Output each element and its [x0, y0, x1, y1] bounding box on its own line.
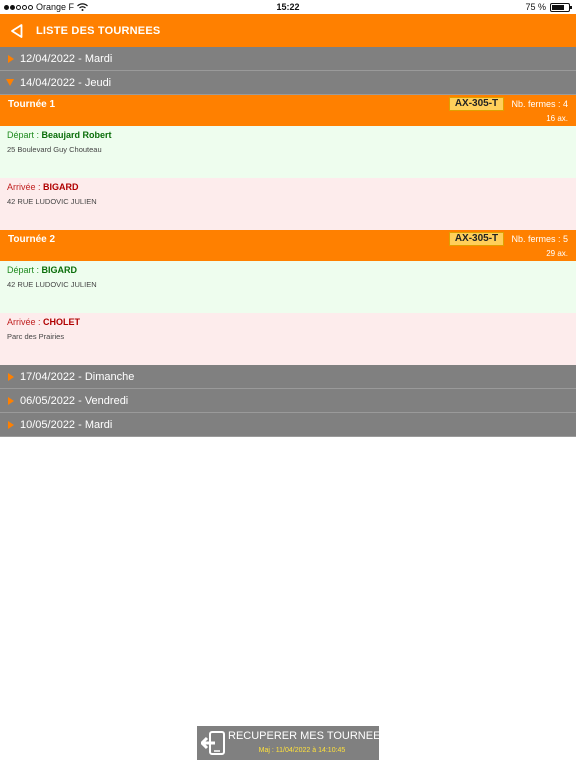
page-title: LISTE DES TOURNEES — [36, 24, 161, 37]
depart-address: 25 Boulevard Guy Chouteau — [7, 145, 102, 154]
tournee-name: Tournée 2 — [8, 234, 56, 245]
arrivee-name: BIGARD — [43, 182, 79, 192]
back-arrow-icon — [11, 23, 23, 38]
tournee-header-2[interactable]: Tournée 2 AX-305-T Nb. fermes : 5 29 ax. — [0, 230, 576, 261]
tournee-header-1[interactable]: Tournée 1 AX-305-T Nb. fermes : 4 16 ax. — [0, 95, 576, 126]
arrivee-label: Arrivée : — [7, 317, 44, 327]
tournees-list: 12/04/2022 - Mardi 14/04/2022 - Jeudi To… — [0, 47, 576, 437]
date-row-10-05[interactable]: 10/05/2022 - Mardi — [0, 413, 576, 437]
last-update-text: Maj : 11/04/2022 à 14:10:45 — [258, 747, 346, 754]
depart-block-2[interactable]: Départ : BIGARD 42 RUE LUDOVIC JULIEN — [0, 261, 576, 313]
arrivee-block-2[interactable]: Arrivée : CHOLET Parc des Prairies — [0, 313, 576, 365]
date-row-12-04[interactable]: 12/04/2022 - Mardi — [0, 47, 576, 71]
collapsed-arrow-icon — [0, 54, 20, 63]
arrivee-address: 42 RUE LUDOVIC JULIEN — [7, 197, 97, 206]
clock: 15:22 — [276, 2, 300, 12]
status-bar: Orange F 15:22 75 % — [0, 0, 576, 14]
date-row-06-05[interactable]: 06/05/2022 - Vendredi — [0, 389, 576, 413]
date-label: 10/05/2022 - Mardi — [20, 418, 113, 431]
arrivee-address: Parc des Prairies — [7, 332, 65, 341]
recuperer-tournees-button[interactable]: RECUPERER MES TOURNEES Maj : 11/04/2022 … — [197, 726, 388, 760]
depart-label: Départ : — [7, 130, 42, 140]
tournee-name: Tournée 1 — [8, 99, 56, 110]
battery-icon — [550, 2, 572, 12]
collapsed-arrow-icon — [0, 420, 20, 429]
date-label: 06/05/2022 - Vendredi — [20, 394, 129, 407]
expanded-arrow-icon — [0, 79, 20, 86]
ax-count: 16 ax. — [546, 114, 568, 123]
fermes-count: Nb. fermes : 4 — [511, 99, 568, 109]
app-header: LISTE DES TOURNEES — [0, 14, 576, 47]
back-button[interactable] — [0, 14, 34, 47]
depart-name: Beaujard Robert — [41, 130, 112, 140]
recuperer-label: RECUPERER MES TOURNEES — [228, 730, 388, 742]
date-row-17-04[interactable]: 17/04/2022 - Dimanche — [0, 365, 576, 389]
license-plate: AX-305-T — [449, 97, 504, 111]
arrivee-name: CHOLET — [43, 317, 81, 327]
depart-label: Départ : — [7, 265, 42, 275]
battery-info: 75 % — [525, 2, 572, 12]
license-plate: AX-305-T — [449, 232, 504, 246]
depart-address: 42 RUE LUDOVIC JULIEN — [7, 280, 97, 289]
collapsed-arrow-icon — [0, 396, 20, 405]
arrivee-block-1[interactable]: Arrivée : BIGARD 42 RUE LUDOVIC JULIEN — [0, 178, 576, 230]
depart-name: BIGARD — [41, 265, 78, 275]
depart-block-1[interactable]: Départ : Beaujard Robert 25 Boulevard Gu… — [0, 126, 576, 178]
date-row-14-04[interactable]: 14/04/2022 - Jeudi — [0, 71, 576, 95]
fermes-count: Nb. fermes : 5 — [511, 234, 568, 244]
date-label: 17/04/2022 - Dimanche — [20, 370, 135, 383]
ax-count: 29 ax. — [546, 249, 568, 258]
battery-percentage: 75 % — [525, 2, 546, 12]
battery-level — [552, 4, 564, 10]
date-label: 14/04/2022 - Jeudi — [20, 76, 112, 89]
collapsed-arrow-icon — [0, 372, 20, 381]
arrivee-label: Arrivée : — [7, 182, 44, 192]
date-label: 12/04/2022 - Mardi — [20, 52, 113, 65]
